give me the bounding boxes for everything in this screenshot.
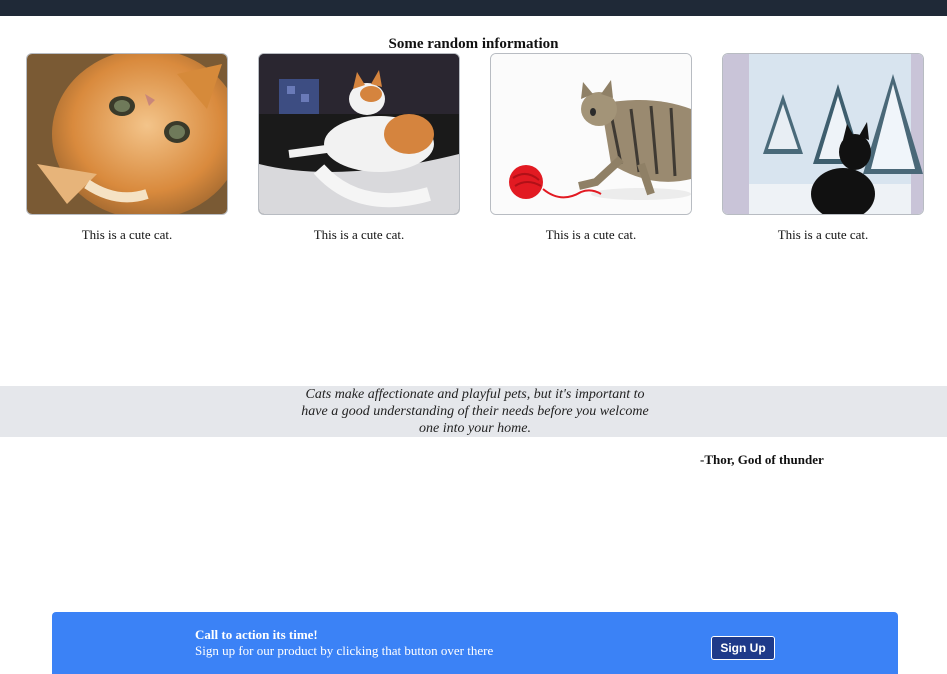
- cat-image-bed-cat: [258, 53, 460, 215]
- quote-text: Cats make affectionate and playful pets,…: [301, 387, 649, 436]
- quote-author: -Thor, God of thunder: [700, 452, 824, 467]
- cat-image-orange-kitten: [26, 53, 228, 215]
- cat-card-3: This is a cute cat.: [490, 53, 692, 243]
- cat-card-4: This is a cute cat.: [722, 53, 924, 243]
- card-caption: This is a cute cat.: [545, 227, 637, 242]
- cta-title: Call to action its time!: [195, 627, 318, 642]
- cat-image-tabby-yarn: [490, 53, 692, 215]
- section-title: Some random information: [388, 36, 559, 52]
- card-caption: This is a cute cat.: [313, 227, 405, 242]
- cat-card-1: This is a cute cat.: [26, 53, 228, 243]
- card-caption: This is a cute cat.: [777, 227, 869, 242]
- top-nav-bar: [0, 0, 947, 16]
- card-caption: This is a cute cat.: [81, 227, 173, 242]
- cat-card-2: This is a cute cat.: [258, 53, 460, 243]
- cat-image-window-cat: [722, 53, 924, 215]
- call-to-action-banner: Call to action its time! Sign up for our…: [52, 612, 898, 674]
- cta-subtitle: Sign up for our product by clicking that…: [195, 643, 494, 658]
- sign-up-button[interactable]: Sign Up: [711, 636, 775, 660]
